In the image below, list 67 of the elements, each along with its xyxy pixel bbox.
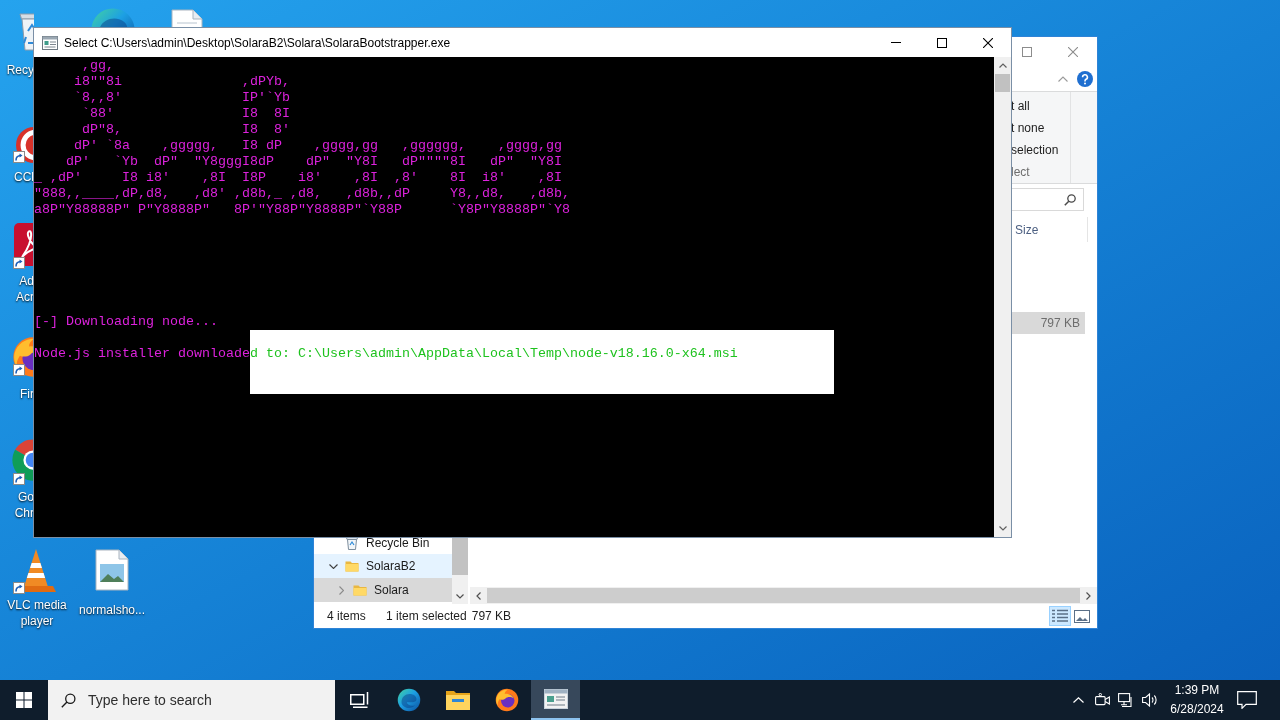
ascii-art-line: i8""8i ,dPYb, (73, 74, 290, 89)
notification-icon (1237, 691, 1257, 709)
desktop-icon-label[interactable]: Go Chr (14, 489, 34, 521)
ribbon-group-label: lect (1011, 164, 1030, 181)
vertical-scrollbar[interactable] (994, 57, 1011, 537)
horizontal-scrollbar[interactable] (470, 587, 1097, 604)
folder-icon (345, 560, 359, 572)
ribbon-command[interactable]: selection (1011, 139, 1059, 161)
large-icons-view-icon (1074, 609, 1090, 623)
network-icon[interactable] (1118, 692, 1134, 708)
maximize-icon (937, 37, 947, 48)
search-bar[interactable]: Type here to search (48, 680, 335, 720)
ascii-art-line: dP' `Yb dP" "Y8gggI8dP dP" "Y8I dP""""8I dP" "Y8I (65, 154, 562, 169)
chevron-up-icon (1072, 697, 1084, 703)
speaker-icon[interactable] (1142, 693, 1158, 707)
details-view-button[interactable] (1049, 606, 1071, 626)
window-icon (42, 35, 58, 50)
ascii-art-line: _ ,dP' I8 i8' ,8I I8P i8' ,8I ,8' 8I i8' ,8I (34, 170, 562, 185)
taskbar-app-button[interactable] (531, 680, 580, 720)
window-icon (543, 689, 568, 709)
ascii-art-line: ,gg, (81, 58, 114, 73)
close-icon (983, 37, 993, 48)
ascii-art-line: `8,,8' IP'`Yb (73, 90, 290, 105)
selection-size-text: 797 KB (471, 608, 512, 625)
scrollbar-thumb[interactable] (452, 537, 468, 575)
ascii-art-line: "888,,____,dP,d8, ,d8' ,d8b,_ ,d8, ,d8b,,dP Y8,,d8, ,d8b, (34, 186, 570, 201)
folder-icon (445, 690, 470, 710)
search-icon (1064, 193, 1076, 206)
ascii-art-line: dP' `8a ,ggggg, I8 dP ,gggg,gg ,gggggg, ,gggg,gg (73, 138, 562, 153)
console-text: Node.js installer downloade (34, 346, 250, 361)
tree-item[interactable]: Solara (314, 578, 452, 602)
scrollbar-thumb[interactable] (995, 74, 1010, 92)
search-input[interactable]: Type here to search (88, 689, 308, 711)
console-text: d to: C:\Users\admin\AppData\Local\Temp\node-v18.16.0-x64.msi (249, 346, 738, 361)
windows-logo-icon (16, 692, 32, 708)
selection-count-text: 1 item selected (386, 608, 467, 625)
scrollbar-thumb[interactable] (487, 588, 1080, 603)
maximize-icon (1022, 47, 1032, 57)
minimize-icon (891, 42, 901, 43)
browser-icon (494, 688, 519, 712)
desktop-icon-label[interactable]: VLC media player (7, 597, 67, 629)
ascii-art-line: `88' I8 8I (81, 106, 290, 121)
details-view-icon (1052, 609, 1068, 623)
clock-time[interactable]: 1:39 PM (1174, 681, 1220, 700)
ascii-art-line: dP"8, I8 8' (81, 122, 290, 137)
chevron-down-icon[interactable] (328, 563, 338, 569)
close-icon (1068, 47, 1078, 57)
window-title: Select C:\Users\admin\Desktop\SolaraB2\Solara\SolaraBootstrapper.exe (64, 34, 451, 52)
help-icon[interactable] (1077, 71, 1093, 87)
file-row[interactable]: 797 KB (1011, 312, 1085, 334)
item-count-text: 4 items (327, 609, 366, 623)
camera-icon[interactable] (1094, 693, 1110, 707)
task-view-icon (350, 692, 369, 708)
desktop-icon-label[interactable]: normalsho... (79, 602, 145, 618)
vertical-scrollbar[interactable] (452, 537, 468, 604)
ascii-art-line: a8P"Y88888P" P"Y8888P" 8P'"Y88P"Y8888P"`Y88P `Y8P"Y8888P"`Y8 (34, 202, 570, 217)
console-text: [-] Downloading node... (34, 314, 218, 329)
document-icon[interactable] (171, 9, 203, 27)
image-file-icon[interactable] (95, 549, 129, 591)
search-icon (61, 692, 76, 708)
chevron-up-icon[interactable] (1058, 76, 1068, 82)
clock-date[interactable]: 6/28/2024 (1170, 700, 1224, 719)
folder-icon (353, 584, 367, 596)
desktop-icon-label[interactable]: Fir (20, 386, 34, 402)
tree-item[interactable]: SolaraB2 (314, 554, 452, 578)
browser-icon (396, 688, 421, 712)
search-field[interactable] (1011, 188, 1084, 211)
